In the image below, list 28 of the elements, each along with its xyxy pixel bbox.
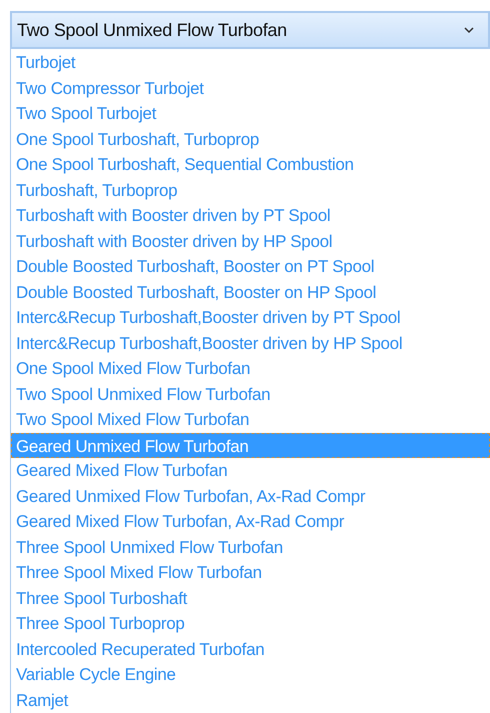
dropdown-option[interactable]: Variable Cycle Engine bbox=[11, 662, 490, 688]
dropdown-option[interactable]: One Spool Turboshaft, Sequential Combustion bbox=[11, 152, 490, 178]
dropdown-option[interactable]: Three Spool Unmixed Flow Turbofan bbox=[11, 534, 490, 560]
dropdown-option[interactable]: Turboshaft with Booster driven by HP Spool bbox=[11, 228, 490, 254]
dropdown-field[interactable]: Two Spool Unmixed Flow Turbofan bbox=[10, 11, 490, 49]
dropdown-option[interactable]: One Spool Mixed Flow Turbofan bbox=[11, 356, 490, 382]
dropdown-option[interactable]: Turboshaft with Booster driven by PT Spool bbox=[11, 203, 490, 228]
dropdown-option[interactable]: Interc&Recup Turboshaft,Booster driven by HP Spool bbox=[11, 330, 490, 356]
chevron-down-icon bbox=[464, 26, 474, 34]
dropdown-option[interactable]: Double Boosted Turboshaft, Booster on HP Spool bbox=[11, 280, 490, 305]
dropdown-option[interactable]: Two Spool Mixed Flow Turbofan bbox=[11, 407, 490, 432]
dropdown-option[interactable]: Two Spool Unmixed Flow Turbofan bbox=[11, 382, 490, 407]
dropdown-option[interactable]: Intercooled Recuperated Turbofan bbox=[11, 636, 490, 662]
dropdown-option[interactable]: One Spool Turboshaft, Turboprop bbox=[11, 126, 490, 152]
dropdown-option[interactable]: Geared Mixed Flow Turbofan, Ax-Rad Compr bbox=[11, 509, 490, 534]
dropdown-option[interactable]: Turbojet bbox=[11, 50, 490, 76]
dropdown-option[interactable]: Three Spool Turboshaft bbox=[11, 586, 490, 611]
dropdown-option[interactable]: Geared Unmixed Flow Turbofan, Ax-Rad Compr bbox=[11, 484, 490, 509]
dropdown-option[interactable]: Ramjet bbox=[11, 688, 490, 713]
dropdown-option[interactable]: Geared Unmixed Flow Turbofan bbox=[11, 432, 490, 458]
dropdown-option[interactable]: Two Compressor Turbojet bbox=[11, 76, 490, 101]
dropdown-option[interactable]: Turboshaft, Turboprop bbox=[11, 178, 490, 203]
dropdown-option[interactable]: Two Spool Turbojet bbox=[11, 101, 490, 126]
dropdown-option[interactable]: Three Spool Turboprop bbox=[11, 611, 490, 636]
dropdown-option[interactable]: Double Boosted Turboshaft, Booster on PT Spool bbox=[11, 254, 490, 280]
dropdown-option[interactable]: Three Spool Mixed Flow Turbofan bbox=[11, 560, 490, 586]
dropdown-option[interactable]: Geared Mixed Flow Turbofan bbox=[11, 458, 490, 484]
dropdown-option[interactable]: Interc&Recup Turboshaft,Booster driven by PT Spool bbox=[11, 305, 490, 330]
